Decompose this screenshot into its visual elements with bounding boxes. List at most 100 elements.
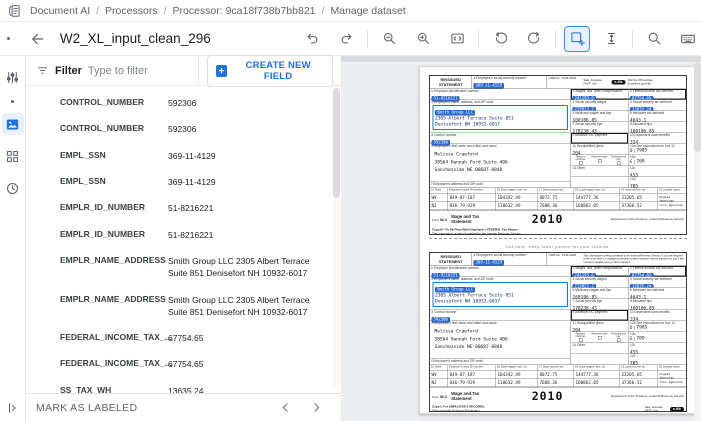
box3-annotation[interactable]: 219923.2 [572, 107, 596, 111]
field-row[interactable]: SS_TAX_WH 13635.24 [26, 378, 341, 393]
horizontal-scrollbar[interactable] [341, 56, 701, 62]
employer-label: c Employer's name, address, and ZIP code [431, 277, 494, 282]
field-row[interactable]: EMPLR_ID_NUMBER 51-8216221 [26, 195, 341, 221]
box12a-code: D [630, 325, 635, 330]
box11-label: 11 Nonqualified plans [572, 144, 604, 149]
box3-label: 3 Social security wages [572, 277, 607, 282]
sidebar-item-history[interactable] [2, 177, 24, 199]
reissued-statement-box: REISSUED STATEMENT [430, 76, 472, 89]
undo-icon[interactable] [299, 26, 325, 52]
field-row[interactable]: FEDERAL_INCOME_TAX_... 67754.65 [26, 351, 341, 377]
employee-name: Melissa Crawford [434, 152, 478, 158]
field-value: 369-11-4129 [168, 150, 216, 161]
copy-b-line2: This information is being furnished to t… [432, 232, 522, 236]
search-icon[interactable] [641, 26, 667, 52]
box7-value: 178238.43 [572, 129, 597, 133]
box1-annotation[interactable]: 241193.6 [572, 96, 596, 100]
employer-address-annotation[interactable]: Smith Group LLC 2305 Albert Terrace Suit… [432, 282, 568, 307]
checkbox[interactable] [597, 158, 602, 163]
box9-label: 9 Advance EIC payment [572, 133, 608, 138]
employer-address-annotation[interactable]: Smith Group LLC 2305 Albert Terrace Suit… [432, 105, 568, 130]
expand-panel-icon[interactable] [6, 401, 20, 415]
field-row[interactable]: EMPLR_ID_NUMBER 51-8216221 [26, 222, 341, 248]
box1-label: 1 Wages, tips, other compensation [572, 89, 623, 94]
sidebar-item-dataset-images[interactable] [1, 113, 24, 135]
select-region-icon[interactable] [564, 25, 590, 52]
breadcrumb-link[interactable]: Processor: 9ca18f738b7bb821 [170, 5, 317, 17]
efile-logo: e-file [611, 80, 626, 85]
field-row[interactable]: CONTROL_NUMBER 592306 [26, 116, 341, 142]
filter-label: Filter [55, 64, 82, 77]
box10-value: 334 [630, 317, 639, 321]
employee-addr1: 38564 Hannah Ford Suite 406 [434, 159, 508, 165]
employer-name[interactable]: Smith Group LLC [435, 110, 476, 116]
field-row[interactable]: FEDERAL_INCOME_TAX_... 67754.65 [26, 325, 341, 351]
checkbox[interactable] [578, 338, 583, 342]
box3-label: 3 Social security wages [572, 100, 607, 105]
previous-document-button[interactable] [279, 401, 292, 414]
checkbox[interactable] [616, 161, 621, 165]
breadcrumb-link[interactable]: Document AI [28, 5, 92, 17]
box1-annotation[interactable]: 241193.6 [572, 273, 596, 277]
box5-label: 5 Medicare wages and tips [572, 111, 612, 116]
box2-annotation[interactable]: 67754.65 [630, 273, 654, 277]
rotate-right-icon[interactable] [521, 26, 547, 52]
box10-value: 334 [630, 140, 639, 144]
field-row[interactable]: EMPL_SSN 369-11-4129 [26, 169, 341, 195]
box11-value: 204 [572, 328, 581, 332]
document-viewer: REISSUED STATEMENT a Employee's social s… [341, 56, 701, 421]
field-row[interactable]: EMPLR_NAME_ADDRESS Smith Group LLC 2305 … [26, 248, 341, 287]
ssn-annotation[interactable]: 369-11-4129 [473, 260, 504, 266]
keyboard-shortcuts-icon[interactable] [675, 26, 701, 52]
vertical-scrollbar-thumb[interactable] [694, 62, 701, 152]
field-name: CONTROL_NUMBER [60, 97, 145, 107]
box12d-label: 12d [630, 354, 636, 358]
checkbox[interactable] [597, 335, 602, 340]
rotate-left-icon[interactable] [487, 26, 513, 52]
next-document-button[interactable] [310, 401, 323, 414]
safe-accurate-text: Safe, Accurate, FAST! Use [583, 78, 603, 86]
back-button[interactable] [30, 31, 46, 47]
state-tax-table: 15 State Employer's state ID number 16 Sta… [430, 188, 688, 211]
treasury-text: Department of the Treasury—Internal Reve… [610, 218, 684, 221]
zoom-in-icon[interactable] [410, 26, 436, 52]
box4-annotation[interactable]: 13635.24 [630, 107, 654, 111]
reissued-statement-box: REISSUED STATEMENT [430, 253, 472, 266]
filter-input[interactable] [87, 64, 198, 77]
ssn-annotation[interactable]: 369-11-4129 [473, 83, 504, 89]
field-name: EMPL_SSN [60, 149, 106, 160]
zoom-out-icon[interactable] [376, 26, 402, 52]
field-name: EMPLR_ID_NUMBER [60, 228, 146, 239]
field-value: Smith Group LLC 2305 Albert Terrace Suit… [168, 294, 310, 317]
redo-icon[interactable] [333, 26, 359, 52]
fit-to-height-icon[interactable] [598, 26, 624, 52]
sidebar-item-apps-grid[interactable] [2, 145, 24, 167]
box9-label: 9 Advance EIC payment [572, 310, 608, 315]
breadcrumb-link[interactable]: Manage dataset [328, 5, 407, 17]
create-new-field-button[interactable]: CREATE NEW FIELD [206, 54, 333, 87]
box8-value: 160106.85 [630, 306, 655, 310]
box3-annotation[interactable]: 219923.2 [572, 284, 596, 288]
breadcrumb-separator: / [321, 4, 325, 17]
panel-scrollbar[interactable] [333, 88, 340, 388]
breadcrumb-link[interactable]: Processors [103, 5, 160, 17]
document-page: REISSUED STATEMENT a Employee's social s… [419, 66, 697, 414]
field-name: EMPLR_NAME_ADDRESS [60, 254, 166, 265]
irs-notice-text: This information is being furnished to t… [583, 254, 684, 264]
box2-annotation[interactable]: 67754.65 [630, 96, 654, 100]
field-row[interactable]: CONTROL_NUMBER 592306 [26, 90, 341, 116]
employer-name[interactable]: Smith Group LLC [435, 287, 476, 293]
box2-label: 2 Federal income tax withheld [630, 266, 674, 271]
box4-annotation[interactable]: 13635.24 [630, 284, 654, 288]
checkbox[interactable] [616, 338, 621, 342]
box10-label: 10 Dependent care benefits [630, 310, 670, 315]
box13-checkboxes: Statutory employee Retirement plan Third-p… [573, 333, 627, 342]
fit-to-width-icon[interactable] [444, 26, 470, 52]
vertical-scrollbar[interactable] [694, 62, 701, 421]
panel-scrollbar-thumb[interactable] [333, 88, 340, 198]
checkbox[interactable] [578, 161, 583, 165]
sidebar-item-processors[interactable] [2, 66, 24, 88]
field-row[interactable]: EMPLR_NAME_ADDRESS Smith Group LLC 2305 … [26, 287, 341, 326]
field-row[interactable]: EMPL_SSN 369-11-4129 [26, 143, 341, 169]
mark-as-labeled-button[interactable]: MARK AS LABELED [36, 402, 279, 414]
